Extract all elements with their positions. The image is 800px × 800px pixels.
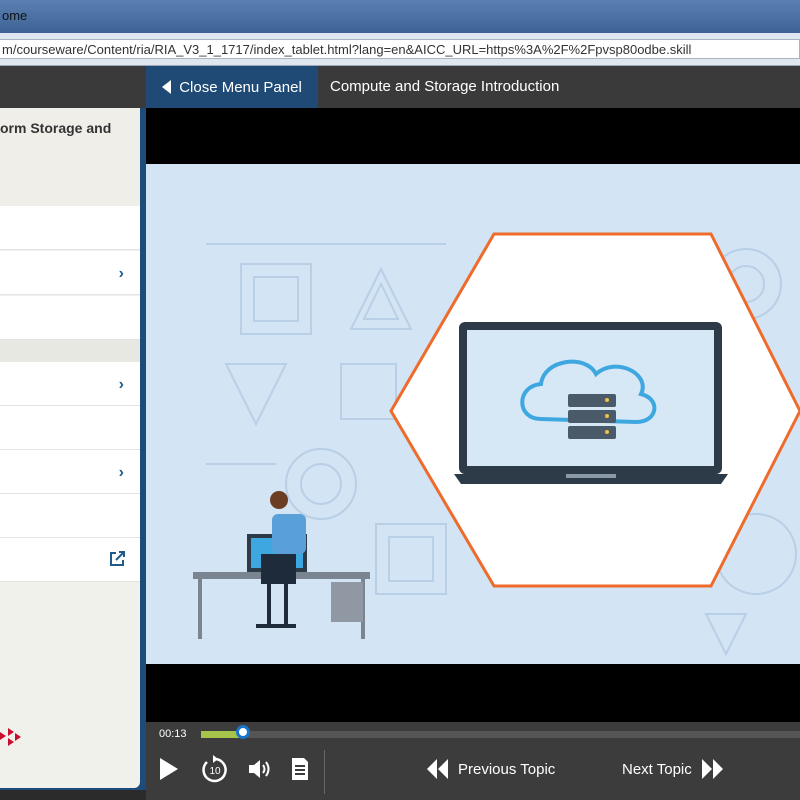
replay-icon: 10 [202,755,227,783]
double-chevron-right-icon [701,759,723,779]
transcript-icon[interactable] [288,752,312,786]
menu-item-external[interactable] [0,538,140,582]
menu-item[interactable] [0,406,140,450]
browser-title-text: ome [2,8,28,23]
menu-header: orm Storage and [0,108,140,206]
replay-seconds: 10 [209,766,221,777]
previous-topic-button[interactable]: Previous Topic [426,754,555,784]
external-link-icon [110,551,125,566]
menu-item[interactable]: › [0,362,140,406]
video-frame [146,164,800,664]
volume-icon[interactable] [246,752,272,786]
replay-10-button[interactable]: 10 [198,752,232,786]
chevron-right-icon: › [118,265,124,282]
menu-panel-content: orm Storage and › › › [0,108,140,788]
controls-divider [324,750,325,794]
progress-knob[interactable] [236,725,250,739]
course-top-bar: Close Menu Panel Compute and Storage Int… [0,66,800,108]
menu-panel: orm Storage and › › › [0,108,146,790]
menu-item[interactable]: › [0,450,140,494]
menu-item[interactable]: › [0,251,140,295]
player-controls: 00:13 10 Previous Topic Next Topic [146,722,800,800]
brand-logo-icon [0,728,21,746]
menu-item[interactable] [0,206,140,250]
menu-section-divider [0,340,140,362]
next-topic-label: Next Topic [622,760,692,778]
cloud-storage-illustration [193,232,800,657]
chevron-left-icon [162,80,172,94]
course-title: Compute and Storage Introduction [330,78,560,95]
browser-title-bar: ome [0,0,800,33]
previous-topic-label: Previous Topic [458,760,556,778]
close-menu-label: Close Menu Panel [179,78,302,96]
url-field[interactable]: m/courseware/Content/ria/RIA_V3_1_1717/i… [0,39,800,59]
menu-item[interactable] [0,494,140,538]
elapsed-time: 00:13 [159,728,187,740]
chevron-right-icon: › [118,464,124,481]
chevron-right-icon: › [118,376,124,393]
menu-item[interactable] [0,296,140,340]
browser-address-bar: m/courseware/Content/ria/RIA_V3_1_1717/i… [0,33,800,66]
menu-title: orm Storage and [0,120,112,136]
progress-bar[interactable] [201,731,800,738]
close-menu-panel-button[interactable]: Close Menu Panel [146,66,318,108]
video-player[interactable] [146,108,800,722]
play-icon[interactable] [156,752,182,786]
next-topic-button[interactable]: Next Topic [622,754,724,784]
double-chevron-left-icon [427,759,448,779]
